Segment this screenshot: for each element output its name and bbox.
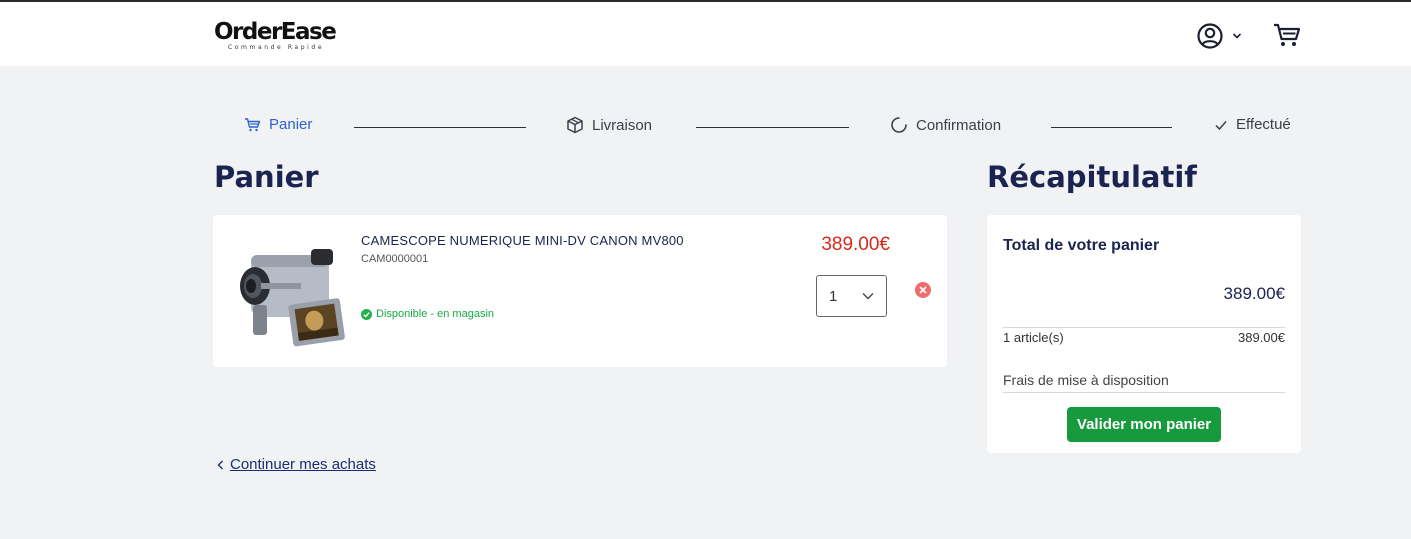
availability-label: Disponible - en magasin	[376, 308, 495, 320]
article-count: 1 article(s)	[1003, 330, 1064, 345]
divider	[1003, 327, 1285, 328]
chevron-down-icon	[1232, 33, 1242, 39]
user-menu-button[interactable]	[1196, 22, 1248, 50]
fees-label: Frais de mise à disposition	[1003, 372, 1169, 388]
summary-heading: Récapitulatif	[987, 160, 1197, 194]
step-label: Confirmation	[916, 116, 1002, 134]
logo-text: OrderEase	[214, 19, 337, 45]
step-connector	[696, 127, 849, 128]
check-icon	[1215, 120, 1227, 130]
header-cart-button[interactable]	[1272, 21, 1302, 49]
quantity-select[interactable]: 1	[816, 275, 887, 317]
step-livraison[interactable]: Livraison	[566, 116, 652, 134]
spinner-icon	[891, 117, 907, 133]
step-label: Effectué	[1236, 116, 1291, 133]
check-circle-icon	[361, 308, 372, 320]
cart-heading: Panier	[214, 160, 319, 194]
continue-shopping-link[interactable]: Continuer mes achats	[217, 456, 376, 473]
step-connector	[354, 127, 526, 128]
step-effectue[interactable]: Effectué	[1214, 116, 1291, 133]
step-confirmation[interactable]: Confirmation	[890, 116, 1001, 134]
article-subtotal: 389.00€	[1238, 330, 1285, 345]
availability-status: Disponible - en magasin	[361, 308, 494, 320]
summary-card-title: Total de votre panier	[1003, 237, 1160, 254]
validate-cart-button[interactable]: Valider mon panier	[1067, 407, 1221, 442]
step-connector	[1051, 127, 1172, 128]
remove-item-icon[interactable]	[915, 282, 931, 298]
logo[interactable]: OrderEase Commande Rapide	[214, 18, 344, 58]
product-name[interactable]: CAMESCOPE NUMERIQUE MINI-DV CANON MV800	[361, 233, 684, 248]
chevron-down-icon	[862, 293, 874, 300]
user-circle-icon	[1197, 23, 1223, 49]
checkout-stepper: Panier Livraison Confirmation Effectué	[214, 112, 1304, 142]
top-bar: OrderEase Commande Rapide	[0, 0, 1411, 66]
summary-card: Total de votre panier 389.00€ 1 article(…	[987, 215, 1301, 453]
step-label: Livraison	[592, 116, 653, 134]
quantity-value: 1	[829, 287, 838, 305]
divider	[1003, 392, 1285, 393]
cart-icon	[1274, 23, 1301, 46]
box-icon	[567, 116, 583, 134]
product-price: 389.00€	[821, 234, 890, 255]
camcorder-image[interactable]	[231, 233, 349, 351]
chevron-left-icon	[217, 460, 223, 469]
logo-tagline: Commande Rapide	[228, 44, 325, 51]
cart-icon	[245, 117, 261, 131]
summary-total: 389.00€	[1223, 284, 1285, 303]
step-label: Panier	[269, 116, 313, 133]
product-reference: CAM0000001	[361, 253, 429, 265]
continue-shopping-label: Continuer mes achats	[230, 456, 376, 473]
step-panier[interactable]: Panier	[244, 116, 312, 133]
cart-item: CAMESCOPE NUMERIQUE MINI-DV CANON MV800 …	[213, 215, 947, 367]
